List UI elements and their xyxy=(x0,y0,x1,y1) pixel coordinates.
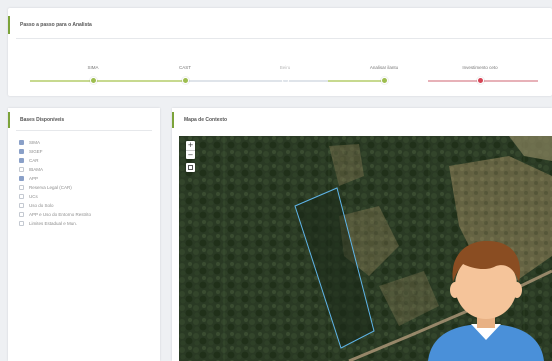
steps-panel-accent xyxy=(8,16,10,34)
step-investimento[interactable]: Investimento ceto xyxy=(440,65,520,84)
layer-item-uso-solo[interactable]: Uso do Solo xyxy=(19,201,91,210)
zoom-control: + − xyxy=(186,141,195,159)
layer-item-limites[interactable]: Limites Estadual e Mun. xyxy=(19,219,91,228)
checkbox[interactable] xyxy=(19,203,24,208)
checkbox[interactable] xyxy=(19,140,24,145)
checkbox[interactable] xyxy=(19,212,24,217)
layers-panel: Bases Disponíveis SIMA SIGEF CAR IBAMA A… xyxy=(8,108,160,361)
step-label: Analisar ilantu xyxy=(369,65,399,70)
layer-label: SIMA xyxy=(29,140,41,145)
checkbox[interactable] xyxy=(19,185,24,190)
layer-list: SIMA SIGEF CAR IBAMA APP Reserva Legal (… xyxy=(19,138,91,228)
layer-label: Uso do Solo xyxy=(29,203,54,208)
step-cast[interactable]: CAST xyxy=(145,65,225,84)
checkbox[interactable] xyxy=(19,194,24,199)
step-analisar[interactable]: Analisar ilantu xyxy=(344,65,424,84)
checkbox[interactable] xyxy=(19,176,24,181)
step-label: Beiru xyxy=(279,65,291,70)
layers-panel-accent xyxy=(8,112,10,128)
layer-item-app-entorno[interactable]: APP e Uso do Entorno Restrito xyxy=(19,210,91,219)
steps-panel-divider xyxy=(16,38,552,39)
layers-panel-divider xyxy=(16,130,152,131)
layer-label: Reserva Legal (CAR) xyxy=(29,185,72,190)
step-label: CAST xyxy=(178,65,191,70)
layer-label: Limites Estadual e Mun. xyxy=(29,221,78,226)
steps-panel-title: Passo a passo para o Analista xyxy=(20,22,92,28)
step-done-dot-icon xyxy=(89,77,97,84)
step-pending-dot-icon xyxy=(281,77,289,84)
checkbox[interactable] xyxy=(19,149,24,154)
layer-label: CAR xyxy=(29,158,39,163)
step-sima[interactable]: SIMA xyxy=(53,65,133,84)
layer-label: APP e Uso do Entorno Restrito xyxy=(29,212,91,217)
checkbox[interactable] xyxy=(19,221,24,226)
person-avatar-icon xyxy=(416,228,552,361)
step-beiru[interactable]: Beiru xyxy=(245,65,325,84)
step-done-dot-icon xyxy=(181,77,189,84)
step-error-dot-icon xyxy=(476,77,484,84)
layer-label: UCs xyxy=(29,194,38,199)
layer-item-sima[interactable]: SIMA xyxy=(19,138,91,147)
steps-panel: Passo a passo para o Analista SIMA CAST … xyxy=(8,8,552,96)
layer-item-app[interactable]: APP xyxy=(19,174,91,183)
zoom-out-button[interactable]: − xyxy=(186,150,195,159)
zoom-in-button[interactable]: + xyxy=(186,141,195,150)
draw-polygon-icon xyxy=(188,165,193,170)
layers-panel-title: Bases Disponíveis xyxy=(20,117,65,123)
layer-item-ibama[interactable]: IBAMA xyxy=(19,165,91,174)
map-panel-title: Mapa de Contexto xyxy=(184,117,228,123)
step-label: Investimento ceto xyxy=(462,65,498,70)
layer-label: IBAMA xyxy=(29,167,44,172)
step-label: SIMA xyxy=(87,65,99,70)
page: Passo a passo para o Analista SIMA CAST … xyxy=(0,0,552,361)
map-panel-accent xyxy=(172,112,174,128)
map-panel: Mapa de Contexto + − xyxy=(172,108,552,361)
satellite-map[interactable]: + − xyxy=(179,136,552,361)
layer-item-reserva-legal[interactable]: Reserva Legal (CAR) xyxy=(19,183,91,192)
layer-item-ucs[interactable]: UCs xyxy=(19,192,91,201)
layer-label: APP xyxy=(29,176,39,181)
checkbox[interactable] xyxy=(19,167,24,172)
checkbox[interactable] xyxy=(19,158,24,163)
layer-label: SIGEF xyxy=(29,149,43,154)
layer-item-sigef[interactable]: SIGEF xyxy=(19,147,91,156)
layer-item-car[interactable]: CAR xyxy=(19,156,91,165)
draw-polygon-button[interactable] xyxy=(186,163,195,172)
step-done-dot-icon xyxy=(380,77,388,84)
